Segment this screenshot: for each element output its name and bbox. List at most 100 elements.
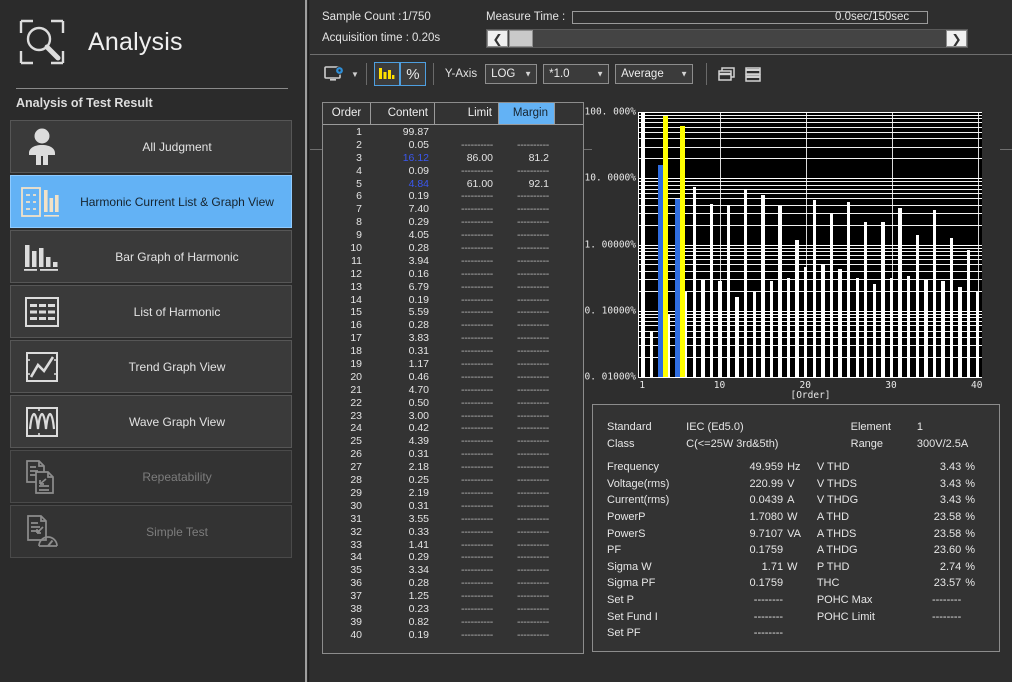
monitor-gear-icon[interactable]	[322, 62, 348, 86]
info-row: Class C(<=25W 3rd&5th) Range 300V/2.5A	[607, 436, 989, 453]
averaging-mode-select[interactable]: Average ▼	[615, 64, 694, 84]
sidebar-item-bar-graph-of-harmonic[interactable]: Bar Graph of Harmonic	[10, 230, 292, 283]
table-row[interactable]: 35 3.34 ---------- ----------	[323, 564, 583, 577]
table-cell: 0.31	[408, 499, 429, 512]
chevron-left-icon[interactable]: ❮	[487, 30, 508, 47]
y-axis-scale-select[interactable]: LOG ▼	[485, 64, 538, 84]
table-cell: 8	[356, 216, 362, 229]
harmonic-bar-chart[interactable]: 100. 000% 10. 0000% 1. 00000% 0. 10000% 0. 0…	[585, 102, 1000, 401]
table-row[interactable]: 23 3.00 ---------- ----------	[323, 410, 583, 423]
table-row[interactable]: 36 0.28 ---------- ----------	[323, 577, 583, 590]
table-row[interactable]: 37 1.25 ---------- ----------	[323, 590, 583, 603]
table-row[interactable]: 28 0.25 ---------- ----------	[323, 474, 583, 487]
chart-bar	[855, 278, 859, 377]
column-header-margin[interactable]: Margin	[499, 103, 555, 124]
table-row[interactable]: 19 1.17 ---------- ----------	[323, 358, 583, 371]
table-row[interactable]: 31 3.55 ---------- ----------	[323, 513, 583, 526]
table-row[interactable]: 11 3.94 ---------- ----------	[323, 255, 583, 268]
table-cell: 15	[350, 306, 362, 319]
table-cell: 4.84	[408, 177, 429, 190]
sidebar-item-trend-graph-view[interactable]: Trend Graph View	[10, 340, 292, 393]
table-row[interactable]: 40 0.19 ---------- ----------	[323, 629, 583, 642]
toolbar-divider	[706, 63, 708, 85]
table-row[interactable]: 4 0.09 ---------- ----------	[323, 165, 583, 178]
table-row[interactable]: 8 0.29 ---------- ----------	[323, 216, 583, 229]
tile-windows-icon[interactable]	[740, 62, 766, 86]
table-row[interactable]: 21 4.70 ---------- ----------	[323, 384, 583, 397]
chart-gridline	[639, 248, 982, 249]
table-row[interactable]: 24 0.42 ---------- ----------	[323, 422, 583, 435]
scrollbar-thumb[interactable]	[509, 30, 533, 47]
table-row[interactable]: 12 0.16 ---------- ----------	[323, 268, 583, 281]
table-cell: 0.05	[408, 138, 429, 151]
table-cell: 2.18	[408, 461, 429, 474]
chevron-right-icon[interactable]: ❯	[946, 30, 967, 47]
table-row[interactable]: 20 0.46 ---------- ----------	[323, 371, 583, 384]
sidebar-item-repeatability[interactable]: Repeatability	[10, 450, 292, 503]
table-row[interactable]: 1 99.87	[323, 126, 583, 139]
info-key: Class	[607, 437, 635, 450]
info-row: PowerP 1.7080 W A THD 23.58%	[607, 509, 989, 526]
percent-icon[interactable]: %	[399, 62, 426, 86]
table-row[interactable]: 2 0.05 ---------- ----------	[323, 139, 583, 152]
scrollbar-track[interactable]	[486, 29, 968, 48]
sidebar-item-label: Simple Test	[146, 524, 208, 539]
y-axis-label: Y-Axis	[444, 68, 478, 80]
table-cell: ----------	[517, 267, 549, 280]
info-unit: W	[787, 510, 798, 523]
table-row[interactable]: 30 0.31 ---------- ----------	[323, 500, 583, 513]
table-cell: ----------	[461, 370, 493, 383]
table-cell: ----------	[517, 396, 549, 409]
harmonic-table[interactable]: Order Content Limit Margin 1 99.87 2 0.05 --…	[322, 102, 584, 654]
table-row[interactable]: 14 0.19 ---------- ----------	[323, 294, 583, 307]
table-cell: ----------	[461, 409, 493, 422]
table-row[interactable]: 18 0.31 ---------- ----------	[323, 345, 583, 358]
table-cell: ----------	[461, 525, 493, 538]
sidebar-item-wave-graph-view[interactable]: Wave Graph View	[10, 395, 292, 448]
chart-bar	[846, 201, 851, 377]
sidebar-item-label: Trend Graph View	[128, 359, 226, 374]
column-header-content[interactable]: Content	[371, 103, 435, 124]
chart-gridline	[639, 357, 982, 358]
column-header-limit[interactable]: Limit	[435, 103, 499, 124]
table-row[interactable]: 39 0.82 ---------- ----------	[323, 616, 583, 629]
chevron-down-icon[interactable]: ▼	[351, 70, 359, 79]
table-row[interactable]: 34 0.29 ---------- ----------	[323, 551, 583, 564]
cascade-windows-icon[interactable]	[714, 62, 740, 86]
sidebar-item-all-judgment[interactable]: All Judgment	[10, 120, 292, 173]
bar-chart-icon[interactable]	[373, 62, 400, 86]
info-key: A THDG	[816, 544, 858, 557]
info-row: Standard IEC (Ed5.0) Element 1	[607, 419, 989, 436]
table-row[interactable]: 27 2.18 ---------- ----------	[323, 461, 583, 474]
table-row[interactable]: 6 0.19 ---------- ----------	[323, 190, 583, 203]
table-row[interactable]: 17 3.83 ---------- ----------	[323, 332, 583, 345]
table-row[interactable]: 26 0.31 ---------- ----------	[323, 448, 583, 461]
column-header-order[interactable]: Order	[323, 103, 371, 124]
table-row[interactable]: 25 4.39 ---------- ----------	[323, 435, 583, 448]
table-row[interactable]: 32 0.33 ---------- ----------	[323, 526, 583, 539]
table-row[interactable]: 13 6.79 ---------- ----------	[323, 281, 583, 294]
timeline-scrollbar[interactable]: ❮ ❯	[486, 29, 968, 48]
magnifier-inspection-icon	[14, 14, 70, 70]
table-row[interactable]: 10 0.28 ---------- ----------	[323, 242, 583, 255]
table-row[interactable]: 3 16.12 86.00 81.2	[323, 152, 583, 165]
table-row[interactable]: 5 4.84 61.00 92.1	[323, 178, 583, 191]
sidebar-item-harmonic-current-list-graph-view[interactable]: Harmonic Current List & Graph View	[10, 175, 292, 228]
table-body[interactable]: 1 99.87 2 0.05 ---------- ---------- 3 16.12 86.…	[323, 125, 583, 654]
chart-plot-area[interactable]	[638, 112, 982, 378]
sample-count-label: Sample Count :	[322, 11, 402, 23]
table-cell: 0.28	[408, 242, 429, 255]
sidebar-item-simple-test[interactable]: Simple Test	[10, 505, 292, 558]
table-row[interactable]: 29 2.19 ---------- ----------	[323, 487, 583, 500]
table-row[interactable]: 7 7.40 ---------- ----------	[323, 203, 583, 216]
table-row[interactable]: 16 0.28 ---------- ----------	[323, 319, 583, 332]
table-row[interactable]: 38 0.23 ---------- ----------	[323, 603, 583, 616]
table-cell: 33	[350, 538, 362, 551]
table-cell: ----------	[517, 538, 549, 551]
table-row[interactable]: 15 5.59 ---------- ----------	[323, 306, 583, 319]
sidebar-item-list-of-harmonic[interactable]: List of Harmonic	[10, 285, 292, 338]
y-axis-multiplier-select[interactable]: *1.0 ▼	[543, 64, 610, 84]
table-row[interactable]: 9 4.05 ---------- ----------	[323, 229, 583, 242]
table-row[interactable]: 33 1.41 ---------- ----------	[323, 539, 583, 552]
table-row[interactable]: 22 0.50 ---------- ----------	[323, 397, 583, 410]
